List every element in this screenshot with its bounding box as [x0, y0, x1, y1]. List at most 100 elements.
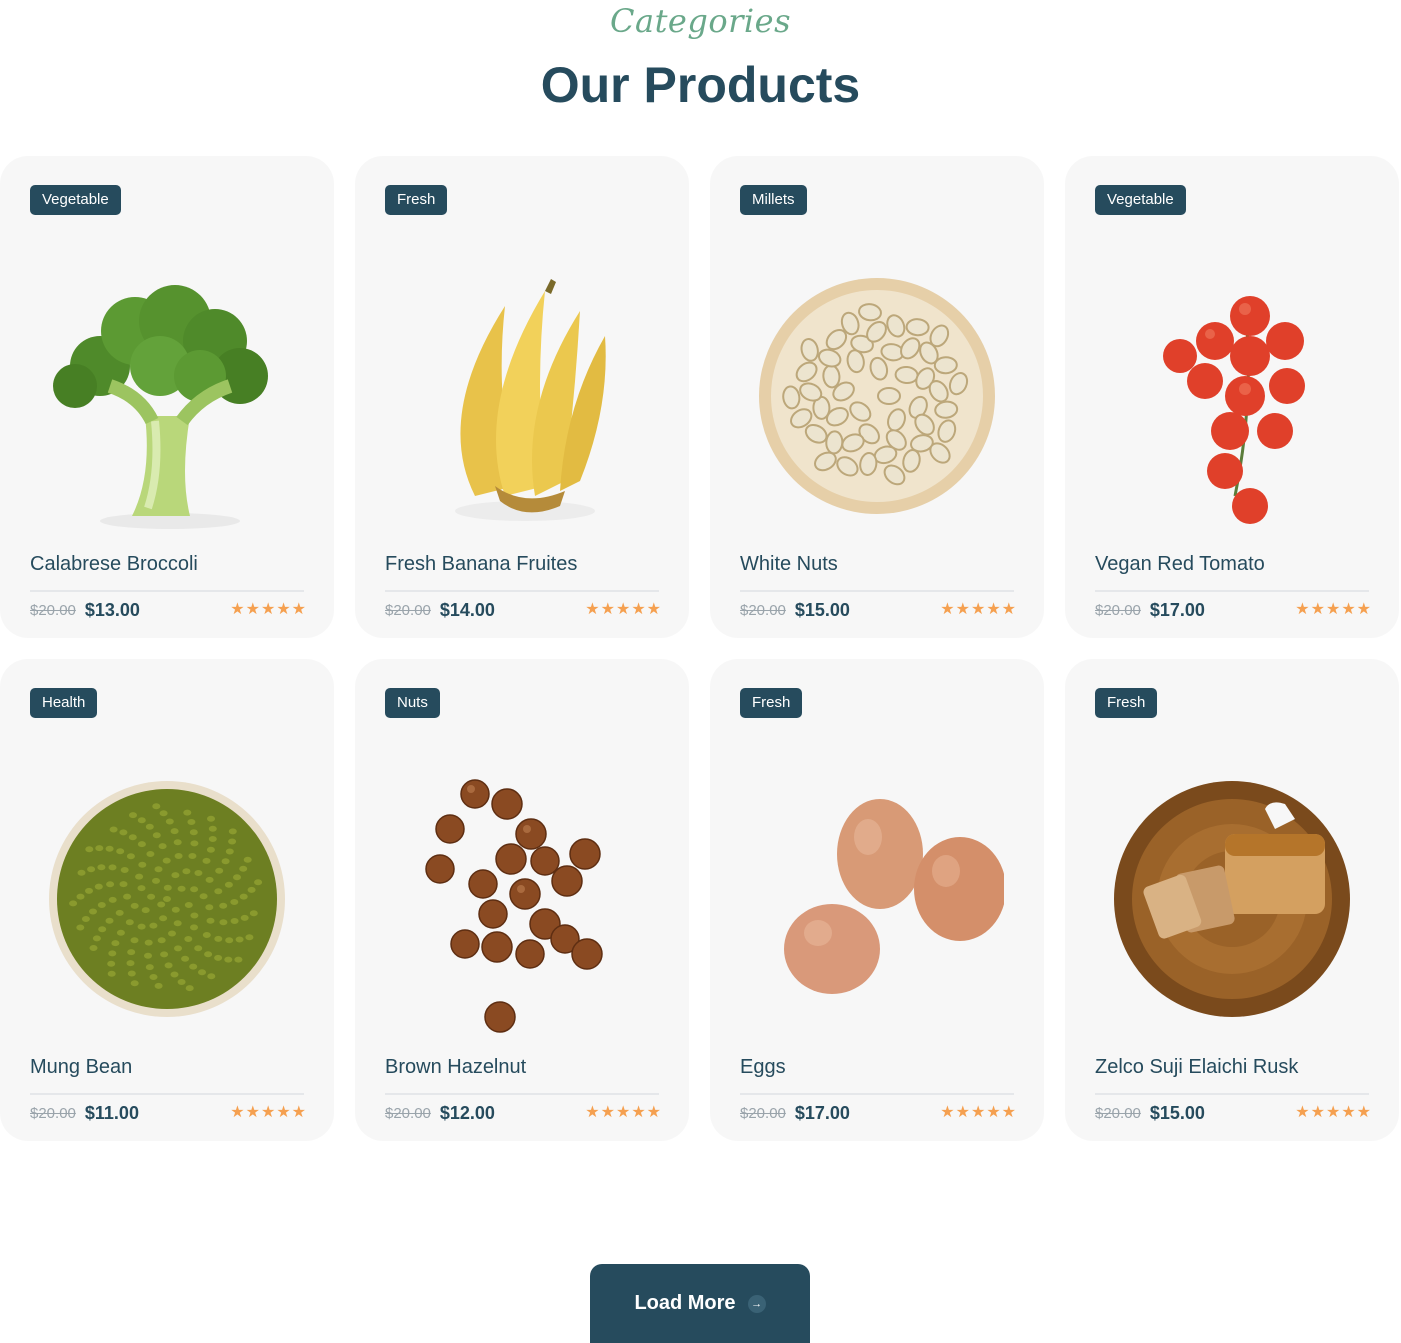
- product-card[interactable]: Health Mung Bean $20.00 $11.00 ★ ★ ★ ★ ★: [0, 659, 334, 1141]
- price-row: $20.00 $12.00 ★ ★ ★ ★ ★: [385, 1102, 661, 1124]
- rating-stars: ★ ★ ★ ★ ★: [1295, 602, 1371, 618]
- product-name[interactable]: Eggs: [740, 1056, 786, 1079]
- old-price: $20.00: [385, 1104, 431, 1122]
- star-icon: ★: [600, 1104, 615, 1121]
- star-icon: ★: [291, 601, 306, 618]
- product-name[interactable]: Mung Bean: [30, 1056, 132, 1079]
- product-card[interactable]: Millets White Nuts $20.00 $15.00 ★ ★ ★ ★ ★: [710, 156, 1044, 638]
- old-price: $20.00: [30, 1104, 76, 1122]
- product-name[interactable]: Fresh Banana Fruites: [385, 553, 577, 576]
- section-subtitle: Categories: [610, 2, 791, 40]
- star-icon: ★: [986, 601, 1001, 618]
- cherry-tomatoes-image[interactable]: [1105, 246, 1359, 536]
- star-icon: ★: [1310, 1104, 1325, 1121]
- divider: [30, 590, 304, 592]
- star-icon: ★: [230, 1104, 245, 1121]
- price-row: $20.00 $17.00 ★ ★ ★ ★ ★: [740, 1102, 1016, 1124]
- category-badge[interactable]: Fresh: [1095, 688, 1158, 718]
- divider: [1095, 1093, 1369, 1095]
- star-icon: ★: [615, 601, 631, 618]
- product-card[interactable]: Fresh Zelco Suji Elaichi Rusk $20.00 $15…: [1065, 659, 1399, 1141]
- product-card[interactable]: Fresh Fresh Banana Fruites $20.00 $14.00…: [355, 156, 689, 638]
- star-icon: ★: [970, 601, 986, 618]
- mung-bean-bowl-image[interactable]: [40, 749, 294, 1039]
- star-icon: ★: [646, 601, 661, 618]
- rusk-board-image[interactable]: [1105, 749, 1359, 1039]
- star-icon: ★: [646, 1104, 661, 1121]
- star-icon: ★: [1341, 1104, 1356, 1121]
- product-name[interactable]: Vegan Red Tomato: [1095, 553, 1265, 576]
- price-row: $20.00 $17.00 ★ ★ ★ ★ ★: [1095, 599, 1371, 621]
- current-price: $14.00: [439, 599, 495, 620]
- divider: [740, 590, 1014, 592]
- current-price: $11.00: [84, 1102, 139, 1123]
- old-price: $20.00: [1095, 601, 1141, 619]
- price-row: $20.00 $15.00 ★ ★ ★ ★ ★: [1095, 1102, 1371, 1124]
- category-badge[interactable]: Vegetable: [30, 185, 121, 215]
- category-badge[interactable]: Nuts: [385, 688, 440, 718]
- star-icon: ★: [986, 1104, 1001, 1121]
- star-icon: ★: [260, 601, 276, 618]
- broccoli-image[interactable]: [40, 246, 294, 536]
- star-icon: ★: [631, 601, 646, 618]
- product-name[interactable]: Zelco Suji Elaichi Rusk: [1095, 1056, 1298, 1079]
- category-badge[interactable]: Fresh: [740, 688, 803, 718]
- star-icon: ★: [230, 601, 245, 618]
- hazelnuts-image[interactable]: [395, 749, 649, 1039]
- current-price: $15.00: [1149, 1102, 1205, 1123]
- star-icon: ★: [585, 601, 600, 618]
- category-badge[interactable]: Health: [30, 688, 98, 718]
- star-icon: ★: [1356, 1104, 1371, 1121]
- banana-image[interactable]: [395, 246, 649, 536]
- price-row: $20.00 $14.00 ★ ★ ★ ★ ★: [385, 599, 661, 621]
- product-name[interactable]: Calabrese Broccoli: [30, 553, 198, 576]
- load-more-label: Load More: [634, 1292, 736, 1314]
- current-price: $12.00: [439, 1102, 495, 1123]
- category-badge[interactable]: Millets: [740, 185, 807, 215]
- old-price: $20.00: [30, 601, 76, 619]
- rating-stars: ★ ★ ★ ★ ★: [230, 602, 306, 618]
- load-more-button[interactable]: Load More →: [590, 1264, 810, 1343]
- product-name[interactable]: Brown Hazelnut: [385, 1056, 526, 1079]
- star-icon: ★: [1325, 601, 1341, 618]
- old-price: $20.00: [740, 1104, 786, 1122]
- current-price: $13.00: [84, 599, 140, 620]
- star-icon: ★: [1001, 601, 1016, 618]
- star-icon: ★: [615, 1104, 631, 1121]
- arrow-right-icon: →: [747, 1294, 766, 1313]
- section-title: Our Products: [540, 57, 861, 113]
- star-icon: ★: [291, 1104, 306, 1121]
- star-icon: ★: [1001, 1104, 1016, 1121]
- category-badge[interactable]: Vegetable: [1095, 185, 1186, 215]
- star-icon: ★: [245, 1104, 260, 1121]
- product-card[interactable]: Nuts Brown Hazelnut $20.00 $12.00 ★ ★ ★ ★ ★: [355, 659, 689, 1141]
- star-icon: ★: [1356, 601, 1371, 618]
- product-grid: Vegetable Calabrese Broccoli $20.00 $13.…: [0, 156, 1401, 1141]
- star-icon: ★: [940, 1104, 955, 1121]
- star-icon: ★: [1341, 601, 1356, 618]
- star-icon: ★: [276, 601, 291, 618]
- star-icon: ★: [276, 1104, 291, 1121]
- rating-stars: ★ ★ ★ ★ ★: [585, 1105, 661, 1121]
- product-card[interactable]: Vegetable Calabrese Broccoli $20.00 $13.…: [0, 156, 334, 638]
- product-card[interactable]: Vegetable Vegan Red Tomato $20.00 $17.00…: [1065, 156, 1399, 638]
- star-icon: ★: [600, 601, 615, 618]
- price-row: $20.00 $15.00 ★ ★ ★ ★ ★: [740, 599, 1016, 621]
- category-badge[interactable]: Fresh: [385, 185, 448, 215]
- divider: [1095, 590, 1369, 592]
- old-price: $20.00: [385, 601, 431, 619]
- divider: [385, 590, 659, 592]
- eggs-image[interactable]: [750, 749, 1004, 1039]
- star-icon: ★: [631, 1104, 646, 1121]
- star-icon: ★: [1325, 1104, 1341, 1121]
- old-price: $20.00: [740, 601, 786, 619]
- product-card[interactable]: Fresh Eggs $20.00 $17.00 ★ ★ ★ ★ ★: [710, 659, 1044, 1141]
- star-icon: ★: [1295, 601, 1310, 618]
- pistachio-bowl-image[interactable]: [750, 246, 1004, 536]
- star-icon: ★: [260, 1104, 276, 1121]
- current-price: $17.00: [1149, 599, 1205, 620]
- star-icon: ★: [1310, 601, 1325, 618]
- product-name[interactable]: White Nuts: [740, 553, 838, 576]
- divider: [740, 1093, 1014, 1095]
- current-price: $15.00: [794, 599, 850, 620]
